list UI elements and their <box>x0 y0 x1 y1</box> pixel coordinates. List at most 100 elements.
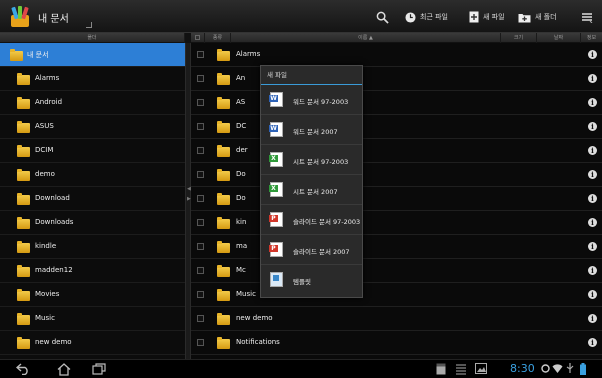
row-checkbox[interactable] <box>197 291 204 298</box>
row-checkbox[interactable] <box>197 195 204 202</box>
info-icon[interactable]: i <box>588 314 597 323</box>
info-icon[interactable]: i <box>588 194 597 203</box>
file-list-row[interactable]: Alarms i <box>191 43 602 67</box>
overflow-menu-button[interactable] <box>581 8 593 26</box>
new-slide-2007-menu-item[interactable]: P 슬라이드 문서 2007 <box>261 235 362 265</box>
info-icon[interactable]: i <box>588 338 597 347</box>
folder-tree-label: demo <box>35 170 55 178</box>
info-icon[interactable]: i <box>588 98 597 107</box>
row-checkbox[interactable] <box>197 51 204 58</box>
folder-icon <box>217 73 230 85</box>
info-icon[interactable]: i <box>588 170 597 179</box>
new-template-menu-item[interactable]: 템플릿 <box>261 265 362 295</box>
folder-header-label: 폴더 <box>0 33 185 43</box>
new-word-2007-menu-item[interactable]: W 워드 문서 2007 <box>261 115 362 145</box>
row-checkbox[interactable] <box>197 339 204 346</box>
folder-tree-item[interactable]: kindle <box>0 235 185 259</box>
status-clock[interactable]: 8:30 <box>510 362 535 375</box>
sheet-xlsx-icon: X <box>269 182 283 197</box>
folder-tree-item[interactable]: demo <box>0 163 185 187</box>
new-word-97-2003-menu-item[interactable]: W 워드 문서 97-2003 <box>261 85 362 115</box>
info-icon[interactable]: i <box>588 50 597 59</box>
folder-icon <box>217 289 230 301</box>
size-column-header[interactable]: 크기 <box>501 33 537 43</box>
folder-tree-item[interactable]: Download <box>0 187 185 211</box>
folder-tree-item[interactable]: new demo <box>0 331 185 355</box>
folder-icon <box>217 121 230 133</box>
info-icon[interactable]: i <box>588 266 597 275</box>
name-column-header[interactable]: 이름 ▲ <box>231 33 501 43</box>
folder-tree-item[interactable]: Downloads <box>0 211 185 235</box>
sheet-xls-icon: X <box>269 152 283 167</box>
info-icon[interactable]: i <box>588 218 597 227</box>
file-list-row[interactable]: ma i <box>191 235 602 259</box>
recent-apps-icon[interactable] <box>92 363 106 375</box>
date-column-header[interactable]: 날짜 <box>537 33 581 43</box>
new-sheet-2007-menu-item[interactable]: X 시트 문서 2007 <box>261 175 362 205</box>
folder-icon <box>217 49 230 61</box>
system-navigation-bar: 8:30 <box>0 359 602 378</box>
file-list-row[interactable]: Do i <box>191 187 602 211</box>
current-folder-title[interactable]: 내 문서 <box>38 10 69 25</box>
folder-tree-item[interactable]: Android <box>0 91 185 115</box>
file-list-row[interactable]: new demo i <box>191 307 602 331</box>
file-list-row[interactable]: Notifications i <box>191 331 602 355</box>
row-checkbox[interactable] <box>197 99 204 106</box>
file-list-row[interactable]: An i <box>191 67 602 91</box>
file-list-row[interactable]: kin i <box>191 211 602 235</box>
file-list-row[interactable]: DC i <box>191 115 602 139</box>
info-icon[interactable]: i <box>588 74 597 83</box>
row-checkbox[interactable] <box>197 219 204 226</box>
home-icon[interactable] <box>57 363 71 376</box>
menu-item-label: 슬라이드 문서 2007 <box>293 248 350 256</box>
folder-tree-item[interactable]: Alarms <box>0 67 185 91</box>
new-file-button[interactable]: 새 파일 <box>469 8 505 26</box>
row-checkbox[interactable] <box>197 147 204 154</box>
template-icon <box>270 272 283 287</box>
back-icon[interactable] <box>16 363 30 375</box>
file-list-row[interactable]: AS i <box>191 91 602 115</box>
info-icon[interactable]: i <box>588 242 597 251</box>
folder-tree-item-my-documents[interactable]: 내 문서 <box>0 43 185 67</box>
info-icon[interactable]: i <box>588 122 597 131</box>
row-checkbox[interactable] <box>197 267 204 274</box>
folder-dropdown-caret-icon[interactable] <box>86 22 92 28</box>
new-sheet-97-2003-menu-item[interactable]: X 시트 문서 97-2003 <box>261 145 362 175</box>
document-notification-icon[interactable] <box>436 363 446 375</box>
file-manager-app-icon[interactable] <box>8 5 32 29</box>
select-all-checkbox[interactable] <box>191 33 205 43</box>
file-list-row[interactable]: Music i <box>191 283 602 307</box>
info-icon[interactable]: i <box>588 146 597 155</box>
image-notification-icon[interactable] <box>475 363 487 374</box>
row-checkbox[interactable] <box>197 75 204 82</box>
wifi-icon <box>552 364 563 373</box>
type-column-header[interactable]: 종류 <box>205 33 231 43</box>
new-slide-97-2003-menu-item[interactable]: P 슬라이드 문서 97-2003 <box>261 205 362 235</box>
file-list-row[interactable]: Do i <box>191 163 602 187</box>
row-checkbox[interactable] <box>197 243 204 250</box>
row-checkbox[interactable] <box>197 171 204 178</box>
overflow-menu-icon <box>582 13 593 23</box>
new-folder-button[interactable]: 새 폴더 <box>518 8 557 26</box>
folder-tree-item[interactable]: Music <box>0 307 185 331</box>
info-column-header[interactable]: 정보 <box>581 33 602 43</box>
file-name: Do <box>236 170 246 178</box>
folder-tree-item[interactable]: madden12 <box>0 259 185 283</box>
recent-files-button[interactable]: 최근 파일 <box>405 8 448 26</box>
folder-tree-label: ASUS <box>35 122 54 130</box>
folder-tree-item[interactable]: ASUS <box>0 115 185 139</box>
search-button[interactable] <box>376 8 389 26</box>
file-list-row[interactable]: Mc i <box>191 259 602 283</box>
file-name: new demo <box>236 314 273 322</box>
folder-tree-item[interactable]: DCIM <box>0 139 185 163</box>
folder-icon <box>217 241 230 253</box>
folder-tree-label: 내 문서 <box>27 51 49 59</box>
info-icon[interactable]: i <box>588 290 597 299</box>
row-checkbox[interactable] <box>197 315 204 322</box>
folder-tree-item[interactable]: Movies <box>0 283 185 307</box>
list-notification-icon[interactable] <box>455 363 467 375</box>
file-list-column-header: 종류 이름 ▲ 크기 날짜 정보 <box>191 33 602 43</box>
file-list-row[interactable]: der i <box>191 139 602 163</box>
row-checkbox[interactable] <box>197 123 204 130</box>
folder-icon <box>17 265 30 277</box>
